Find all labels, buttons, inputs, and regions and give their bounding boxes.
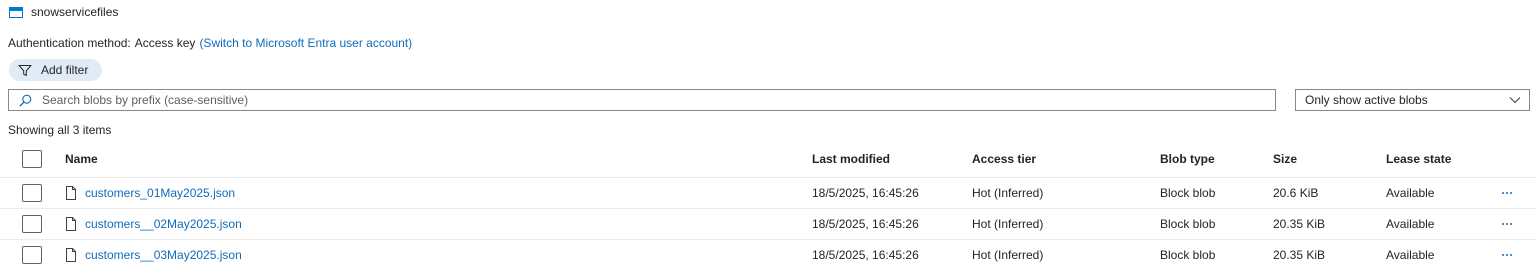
column-header-name[interactable]: Name <box>65 140 98 177</box>
column-header-lease-state[interactable]: Lease state <box>1386 140 1451 177</box>
blob-name-link[interactable]: customers__03May2025.json <box>85 248 242 262</box>
switch-auth-link[interactable]: (Switch to Microsoft Entra user account) <box>199 36 412 50</box>
add-filter-label: Add filter <box>41 63 89 77</box>
blob-name-cell: customers_01May2025.json <box>65 178 235 208</box>
size-cell: 20.35 KiB <box>1273 217 1326 231</box>
more-ellipsis-icon[interactable] <box>1502 252 1512 258</box>
more-ellipsis-icon[interactable] <box>1502 190 1512 196</box>
blob-name-cell: customers__02May2025.json <box>65 209 242 239</box>
access-tier-cell: Hot (Inferred) <box>972 186 1044 200</box>
access-tier-cell: Hot (Inferred) <box>972 217 1044 231</box>
lease-state-cell: Available <box>1386 186 1435 200</box>
document-icon <box>66 217 76 231</box>
last-modified-cell: 18/5/2025, 16:45:26 <box>812 186 919 200</box>
column-header-last-modified[interactable]: Last modified <box>812 140 890 177</box>
container-name: snowservicefiles <box>31 5 119 19</box>
column-header-blob-type[interactable]: Blob type <box>1160 140 1215 177</box>
search-blobs-box[interactable] <box>8 89 1276 111</box>
last-modified-cell: 18/5/2025, 16:45:26 <box>812 248 919 262</box>
blob-type-cell: Block blob <box>1160 186 1216 200</box>
storage-container-icon <box>9 6 23 18</box>
auth-method-label: Authentication method: <box>8 36 131 50</box>
authentication-method: Authentication method: Access key (Switc… <box>8 35 412 51</box>
size-cell: 20.35 KiB <box>1273 248 1326 262</box>
table-row[interactable]: customers__03May2025.json 18/5/2025, 16:… <box>0 239 1536 270</box>
chevron-down-icon <box>1509 97 1521 104</box>
funnel-icon <box>18 64 32 76</box>
more-ellipsis-icon[interactable] <box>1502 221 1512 227</box>
blob-state-selected: Only show active blobs <box>1305 93 1428 107</box>
table-header-row: Name Last modified Access tier Blob type… <box>0 140 1536 177</box>
select-all-checkbox[interactable] <box>22 149 42 168</box>
auth-method-value: Access key <box>134 36 196 50</box>
size-cell: 20.6 KiB <box>1273 186 1319 200</box>
row-checkbox[interactable] <box>22 246 42 264</box>
blob-type-cell: Block blob <box>1160 217 1216 231</box>
search-input[interactable] <box>42 93 1275 107</box>
blob-table: Name Last modified Access tier Blob type… <box>0 140 1536 270</box>
item-count: Showing all 3 items <box>8 123 112 137</box>
lease-state-cell: Available <box>1386 217 1435 231</box>
last-modified-cell: 18/5/2025, 16:45:26 <box>812 217 919 231</box>
blob-type-cell: Block blob <box>1160 248 1216 262</box>
blob-name-link[interactable]: customers_01May2025.json <box>85 186 235 200</box>
add-filter-button[interactable]: Add filter <box>9 59 102 81</box>
row-checkbox[interactable] <box>22 184 42 202</box>
blob-name-cell: customers__03May2025.json <box>65 240 242 270</box>
row-checkbox[interactable] <box>22 215 42 233</box>
blob-state-dropdown[interactable]: Only show active blobs <box>1295 89 1530 111</box>
table-row[interactable]: customers__02May2025.json 18/5/2025, 16:… <box>0 208 1536 239</box>
table-row[interactable]: customers_01May2025.json 18/5/2025, 16:4… <box>0 177 1536 208</box>
lease-state-cell: Available <box>1386 248 1435 262</box>
access-tier-cell: Hot (Inferred) <box>972 248 1044 262</box>
document-icon <box>66 248 76 262</box>
container-breadcrumb: snowservicefiles <box>9 4 118 20</box>
column-header-access-tier[interactable]: Access tier <box>972 140 1036 177</box>
document-icon <box>66 186 76 200</box>
blob-name-link[interactable]: customers__02May2025.json <box>85 217 242 231</box>
search-icon <box>19 94 32 106</box>
column-header-size[interactable]: Size <box>1273 140 1297 177</box>
